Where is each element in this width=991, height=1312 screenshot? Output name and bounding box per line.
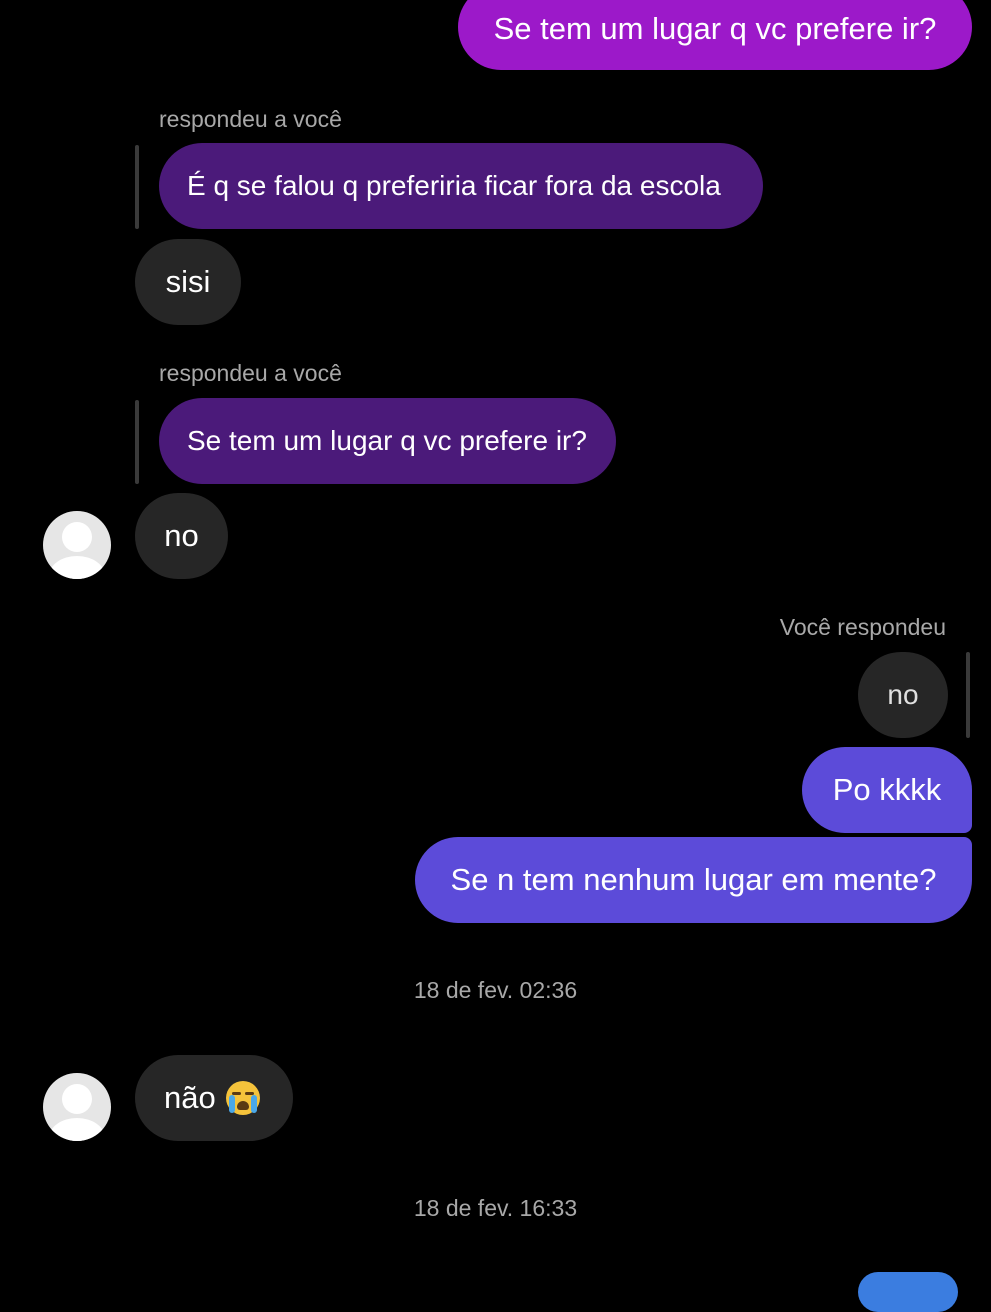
my-reply-label: Você respondeu xyxy=(779,614,946,640)
reply-indicator-bar xyxy=(135,145,139,229)
reply-indicator-bar xyxy=(135,400,139,484)
quoted-text: no xyxy=(887,679,919,710)
message-text: sisi xyxy=(165,264,211,299)
quoted-text: Se tem um lugar q vc prefere ir? xyxy=(187,425,587,456)
sent-message-bubble[interactable] xyxy=(858,1272,958,1312)
user-avatar-icon[interactable] xyxy=(43,511,111,579)
sent-message-bubble[interactable]: Po kkkk xyxy=(802,747,972,833)
quoted-message-bubble[interactable]: É q se falou q preferiria ficar fora da … xyxy=(159,143,763,229)
reply-label: respondeu a você xyxy=(159,106,342,132)
quoted-message-bubble[interactable]: Se tem um lugar q vc prefere ir? xyxy=(159,398,616,484)
reply-label: respondeu a você xyxy=(159,360,342,386)
loudly-crying-face-icon xyxy=(225,1081,260,1115)
received-message-bubble[interactable]: sisi xyxy=(135,239,241,325)
timestamp: 18 de fev. 16:33 xyxy=(413,1195,578,1221)
user-avatar-icon[interactable] xyxy=(43,1073,111,1141)
sent-message-bubble[interactable]: Se n tem nenhum lugar em mente? xyxy=(415,837,972,923)
message-text: Po kkkk xyxy=(832,772,942,807)
sent-message-bubble[interactable]: Se tem um lugar q vc prefere ir? xyxy=(458,0,972,70)
received-message-bubble[interactable]: não xyxy=(135,1055,293,1141)
received-message-bubble[interactable]: no xyxy=(135,493,228,579)
message-text: Se n tem nenhum lugar em mente? xyxy=(450,862,937,897)
reply-indicator-bar xyxy=(966,652,970,738)
message-text: Se tem um lugar q vc prefere ir? xyxy=(493,11,937,46)
message-text: não xyxy=(164,1080,216,1115)
quoted-message-bubble[interactable]: no xyxy=(858,652,948,738)
quoted-text: É q se falou q preferiria ficar fora da … xyxy=(187,170,721,201)
timestamp: 18 de fev. 02:36 xyxy=(413,977,578,1003)
message-text: no xyxy=(164,518,199,553)
